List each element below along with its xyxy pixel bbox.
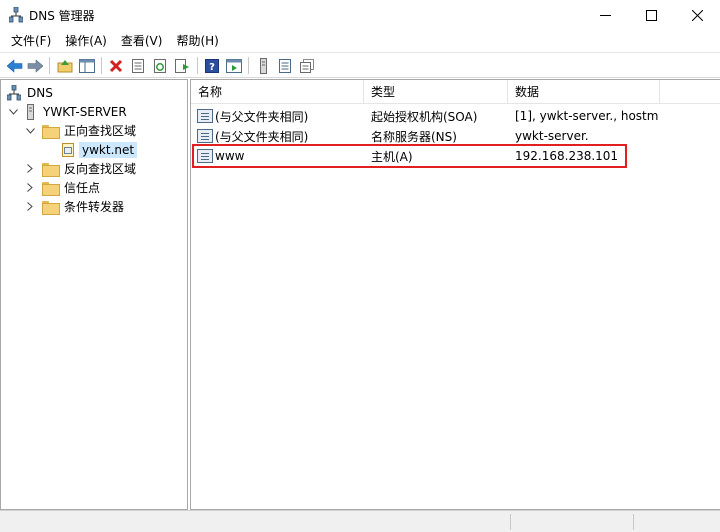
records-button[interactable]	[297, 56, 317, 75]
list-header: 名称 类型 数据	[191, 80, 720, 104]
dns-icon	[7, 84, 21, 100]
up-folder-icon	[57, 59, 73, 72]
record-data: ywkt-server.	[515, 129, 589, 143]
status-bar	[0, 510, 720, 532]
forward-button[interactable]	[25, 56, 45, 75]
forward-icon	[27, 58, 43, 73]
tree-item-dns[interactable]: DNS	[7, 83, 53, 102]
toolbar: ?	[0, 52, 720, 78]
records-icon	[300, 58, 314, 73]
folder-icon	[42, 162, 60, 177]
action-pane-icon	[226, 58, 242, 73]
tree-label: YWKT-SERVER	[43, 104, 127, 119]
record-type: 起始授权机构(SOA)	[371, 109, 478, 124]
minimize-button[interactable]	[582, 0, 628, 30]
tree-item-trust-points[interactable]: 信任点	[24, 178, 100, 197]
chevron-right-icon[interactable]	[24, 163, 36, 175]
table-row[interactable]: (与父文件夹相同) 名称服务器(NS) ywkt-server.	[191, 126, 658, 146]
chevron-down-icon[interactable]	[24, 125, 36, 137]
folder-icon	[42, 200, 60, 215]
record-name: (与父文件夹相同)	[215, 129, 309, 144]
show-hide-tree-button[interactable]	[77, 56, 97, 75]
tree-item-forward-zones[interactable]: 正向查找区域	[24, 121, 136, 140]
title-bar: DNS 管理器	[0, 0, 720, 30]
status-divider	[633, 514, 634, 530]
column-header-data[interactable]: 数据	[508, 80, 660, 104]
status-divider	[510, 514, 511, 530]
tree-item-server[interactable]: YWKT-SERVER	[7, 102, 127, 121]
chevron-right-icon[interactable]	[24, 182, 36, 194]
record-data: [1], ywkt-server., hostm...	[515, 109, 658, 123]
back-icon	[7, 58, 23, 73]
close-button[interactable]	[674, 0, 720, 30]
menu-view[interactable]: 查看(V)	[114, 31, 170, 51]
help-icon: ?	[205, 58, 219, 73]
delete-button[interactable]	[106, 56, 126, 75]
tree-label: DNS	[27, 85, 53, 100]
records-list: 名称 类型 数据 (与父文件夹相同) 起始授权机构(SOA) [1], ywkt…	[190, 79, 720, 510]
server-button[interactable]	[253, 56, 273, 75]
menu-action[interactable]: 操作(A)	[58, 31, 114, 51]
server-icon	[27, 103, 34, 120]
tree-item-zone-ywkt-net[interactable]: ywkt.net	[60, 140, 138, 159]
refresh-icon	[154, 58, 166, 73]
dns-record-icon	[197, 129, 213, 143]
close-icon	[691, 9, 703, 21]
window-title: DNS 管理器	[29, 9, 95, 23]
dns-record-icon	[197, 109, 213, 123]
tree-label: ywkt.net	[79, 141, 138, 158]
tree-label: 条件转发器	[64, 200, 125, 214]
tree-item-conditional-forwarders[interactable]: 条件转发器	[24, 197, 124, 216]
minimize-icon	[599, 14, 611, 16]
properties-icon	[132, 58, 144, 73]
folder-icon	[42, 124, 60, 139]
list-button[interactable]	[275, 56, 295, 75]
action-pane-button[interactable]	[224, 56, 244, 75]
help-button[interactable]: ?	[202, 56, 222, 75]
svg-text:?: ?	[209, 62, 215, 73]
record-type: 名称服务器(NS)	[371, 129, 457, 144]
folder-icon	[42, 181, 60, 196]
dns-app-icon	[9, 7, 23, 23]
console-tree: DNS YWKT-SERVER 正向查找区域 ywkt.net 反向查找区域 信…	[0, 79, 188, 510]
menu-help[interactable]: 帮助(H)	[169, 31, 225, 51]
list-icon	[279, 58, 291, 73]
column-header-type[interactable]: 类型	[364, 80, 508, 104]
up-folder-button[interactable]	[55, 56, 75, 75]
tree-item-reverse-zones[interactable]: 反向查找区域	[24, 159, 136, 178]
zone-file-icon	[62, 142, 74, 157]
back-button[interactable]	[5, 56, 25, 75]
menu-bar: 文件(F) 操作(A) 查看(V) 帮助(H)	[0, 30, 720, 52]
maximize-icon	[645, 9, 657, 21]
record-name: (与父文件夹相同)	[215, 109, 309, 124]
export-list-button[interactable]	[172, 56, 192, 75]
export-list-icon	[175, 58, 189, 73]
menu-file[interactable]: 文件(F)	[4, 31, 58, 51]
highlight-box	[192, 144, 627, 168]
delete-icon	[109, 59, 123, 72]
properties-button[interactable]	[128, 56, 148, 75]
maximize-button[interactable]	[628, 0, 674, 30]
refresh-button[interactable]	[150, 56, 170, 75]
column-header-name[interactable]: 名称	[191, 80, 364, 104]
server-icon	[260, 57, 267, 74]
chevron-right-icon[interactable]	[24, 201, 36, 213]
chevron-down-icon[interactable]	[7, 106, 19, 118]
show-hide-tree-icon	[79, 58, 95, 73]
tree-label: 反向查找区域	[64, 162, 137, 176]
tree-label: 正向查找区域	[64, 124, 137, 138]
table-row[interactable]: (与父文件夹相同) 起始授权机构(SOA) [1], ywkt-server.,…	[191, 106, 658, 126]
tree-label: 信任点	[64, 181, 101, 195]
